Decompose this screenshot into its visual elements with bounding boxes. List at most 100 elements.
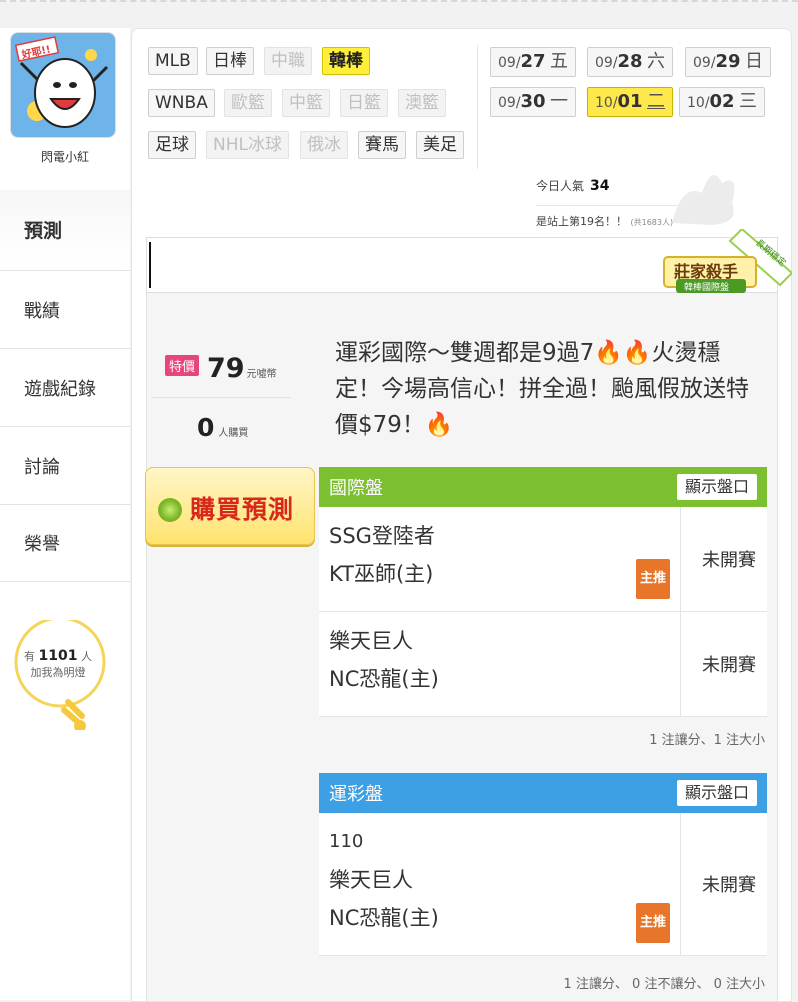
home-team: NC恐龍(主) bbox=[329, 906, 439, 930]
buy-prediction-label: 購買預測 bbox=[190, 495, 295, 524]
table-header: 運彩盤 顯示盤口 bbox=[319, 773, 767, 813]
match-teams: 110 樂天巨人 NC恐龍(主) 主推 bbox=[319, 813, 681, 955]
buyers-value: 0 bbox=[197, 413, 215, 442]
category-horse-racing[interactable]: 賽馬 bbox=[358, 131, 406, 159]
date-month: 09/ bbox=[693, 55, 716, 71]
category-russia-hockey[interactable]: 俄冰 bbox=[300, 131, 348, 159]
sidebar-item-prediction[interactable]: 預測 bbox=[0, 190, 130, 268]
intl-bet-summary: 1 注讓分、1 注大小 bbox=[649, 733, 765, 748]
date-0929[interactable]: 09/29 日 bbox=[685, 47, 772, 77]
category-nhl[interactable]: NHL冰球 bbox=[206, 131, 289, 159]
category-nfl[interactable]: 美足 bbox=[416, 131, 464, 159]
away-team: 樂天巨人 bbox=[329, 868, 413, 892]
date-day: 30 bbox=[520, 91, 546, 112]
date-day: 01 bbox=[617, 91, 643, 112]
category-japan-basketball[interactable]: 日籃 bbox=[340, 89, 388, 117]
fans-text: 有 1101 人 加我為明燈 bbox=[8, 648, 108, 681]
price-row: 特價 79 元噓幣 bbox=[165, 353, 277, 384]
category-euro-basketball[interactable]: 歐籃 bbox=[224, 89, 272, 117]
coin-icon bbox=[158, 498, 182, 522]
sidebar-item-discussion[interactable]: 討論 bbox=[0, 426, 130, 504]
date-weekday: 五 bbox=[550, 51, 569, 72]
date-0930[interactable]: 09/30 一 bbox=[490, 87, 577, 117]
match-teams: SSG登陸者 KT巫師(主) 主推 bbox=[319, 507, 681, 611]
table-row: SSG登陸者 KT巫師(主) 主推 未開賽 bbox=[319, 507, 767, 612]
sidebar-item-honor[interactable]: 榮譽 bbox=[0, 504, 130, 582]
divider bbox=[151, 397, 291, 398]
sidebar-item-label: 討論 bbox=[24, 456, 60, 478]
main-pick-badge: 主推 bbox=[635, 559, 670, 599]
table-title: 運彩盤 bbox=[329, 784, 383, 805]
date-weekday: 一 bbox=[550, 91, 569, 112]
badge-title: 莊家殺手 bbox=[674, 262, 738, 281]
divider bbox=[477, 45, 478, 169]
game-number: 110 bbox=[329, 831, 364, 852]
show-odds-button[interactable]: 顯示盤口 bbox=[676, 474, 757, 500]
buyers-unit: 人購買 bbox=[218, 428, 249, 439]
lottery-bet-summary: 1 注讓分、 0 注不讓分、 0 注大小 bbox=[563, 977, 765, 992]
date-0927[interactable]: 09/27 五 bbox=[490, 47, 577, 77]
table-row: 樂天巨人 NC恐龍(主) 未開賽 bbox=[319, 612, 767, 717]
date-1002[interactable]: 10/02 三 bbox=[679, 87, 766, 117]
prediction-panel: 特價 79 元噓幣 0 人購買 購買預測 運彩國際～雙週都是9過7🔥🔥火燙穩定！今場高… bbox=[145, 293, 778, 1001]
avatar-image: 好耶!! bbox=[11, 33, 115, 137]
fans-prefix: 有 bbox=[24, 650, 36, 663]
popularity-value: 34 bbox=[590, 178, 610, 194]
badge-subtitle: 韓棒國際盤 bbox=[684, 281, 729, 293]
date-month: 10/ bbox=[687, 95, 710, 111]
buy-prediction-button[interactable]: 購買預測 bbox=[145, 467, 315, 545]
category-wnba[interactable]: WNBA bbox=[148, 89, 215, 117]
date-day: 28 bbox=[617, 51, 643, 72]
intl-odds-table: 國際盤 顯示盤口 SSG登陸者 KT巫師(主) 主推 未開賽 樂天巨人 NC恐龍… bbox=[319, 467, 767, 717]
prediction-headline: 運彩國際～雙週都是9過7🔥🔥火燙穩定！今場高信心！拼全過！颱風假放送特價$79！… bbox=[335, 340, 749, 438]
fans-count: 1101 bbox=[38, 648, 78, 664]
category-soccer[interactable]: 足球 bbox=[148, 131, 196, 159]
sidebar-item-game-log[interactable]: 遊戲紀錄 bbox=[0, 348, 130, 426]
fans-lightbulb[interactable]: 有 1101 人 加我為明燈 bbox=[8, 620, 128, 750]
date-1001[interactable]: 10/01 二 bbox=[587, 87, 674, 117]
sidebar-item-record[interactable]: 戰績 bbox=[0, 270, 130, 348]
table-header: 國際盤 顯示盤口 bbox=[319, 467, 767, 507]
match-status: 未開賽 bbox=[702, 550, 756, 571]
rank-label: 是站上第19名！！ bbox=[536, 215, 627, 228]
category-cpbl[interactable]: 中職 bbox=[264, 47, 312, 75]
rank-text: 是站上第19名！！ (共1683人) bbox=[536, 213, 673, 229]
match-status: 未開賽 bbox=[702, 655, 756, 676]
price-unit: 元噓幣 bbox=[246, 369, 277, 380]
decorative-splash-icon bbox=[672, 175, 735, 225]
category-japan-baseball[interactable]: 日棒 bbox=[206, 47, 254, 75]
category-mlb[interactable]: MLB bbox=[148, 47, 198, 75]
category-aus-basketball[interactable]: 澳籃 bbox=[398, 89, 446, 117]
date-day: 02 bbox=[709, 91, 735, 112]
main-panel: MLB 日棒 中職 韓棒 WNBA 歐籃 中籃 日籃 澳籃 足球 NHL冰球 俄… bbox=[131, 28, 792, 1002]
date-month: 09/ bbox=[498, 55, 521, 71]
text-cursor bbox=[149, 242, 151, 288]
main-pick-badge: 主推 bbox=[635, 903, 670, 943]
away-team: 樂天巨人 bbox=[329, 629, 413, 653]
date-weekday: 三 bbox=[739, 91, 758, 112]
home-team: NC恐龍(主) bbox=[329, 667, 439, 691]
buyers-count: 0 人購買 bbox=[197, 413, 248, 442]
bookmaker-killer-badge: 長期穩定 莊家殺手 韓棒國際盤 bbox=[663, 229, 792, 293]
date-month: 10/ bbox=[595, 95, 618, 111]
date-month: 09/ bbox=[498, 95, 521, 111]
category-china-basketball[interactable]: 中籃 bbox=[282, 89, 330, 117]
fans-suffix: 人 bbox=[80, 650, 92, 663]
date-month: 09/ bbox=[595, 55, 618, 71]
sidebar-item-label: 遊戲紀錄 bbox=[24, 378, 96, 400]
date-weekday: 二 bbox=[647, 91, 666, 112]
date-day: 29 bbox=[715, 51, 741, 72]
date-weekday: 六 bbox=[647, 51, 666, 72]
price-value: 79 bbox=[207, 353, 245, 384]
sidebar-item-label: 榮譽 bbox=[24, 534, 60, 555]
lottery-odds-table: 運彩盤 顯示盤口 110 樂天巨人 NC恐龍(主) 主推 未開賽 bbox=[319, 773, 767, 956]
popularity-label: 今日人氣 bbox=[536, 179, 585, 193]
show-odds-button[interactable]: 顯示盤口 bbox=[676, 780, 757, 806]
date-0928[interactable]: 09/28 六 bbox=[587, 47, 674, 77]
avatar[interactable]: 好耶!! bbox=[10, 32, 116, 138]
username: 閃電小紅 bbox=[40, 150, 89, 164]
category-korea-baseball[interactable]: 韓棒 bbox=[322, 47, 370, 75]
table-title: 國際盤 bbox=[329, 478, 383, 499]
match-teams: 樂天巨人 NC恐龍(主) bbox=[319, 612, 681, 716]
away-team: SSG登陸者 bbox=[329, 524, 435, 548]
